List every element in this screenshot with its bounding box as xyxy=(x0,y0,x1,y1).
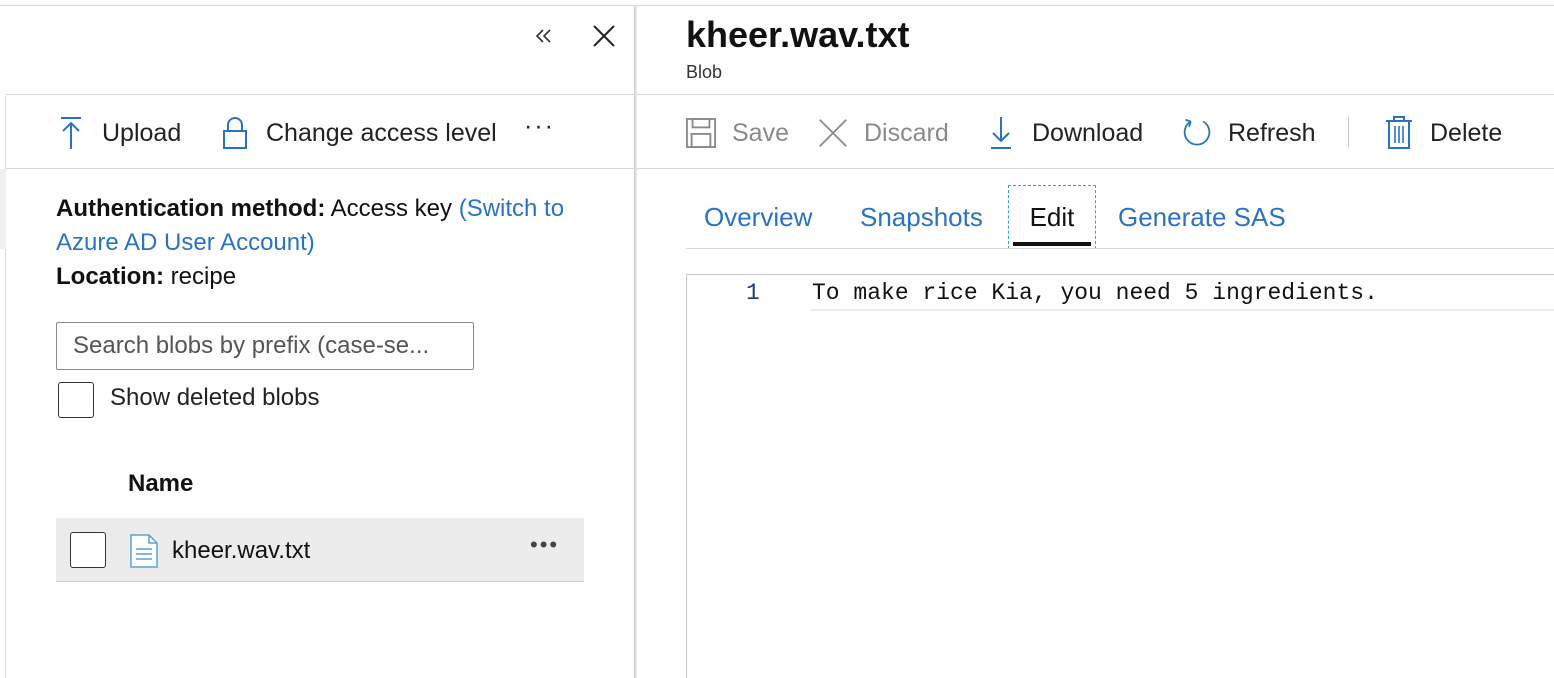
lock-icon xyxy=(220,116,250,150)
auth-method-label: Authentication method: xyxy=(56,195,326,222)
show-deleted-label: Show deleted blobs xyxy=(110,384,320,411)
trash-icon xyxy=(1384,116,1414,150)
download-icon xyxy=(986,116,1016,150)
line-number: 1 xyxy=(746,280,760,306)
column-header-name[interactable]: Name xyxy=(128,470,193,498)
close-button[interactable] xyxy=(588,20,620,52)
discard-label: Discard xyxy=(864,118,949,147)
toolbar-divider xyxy=(6,168,634,169)
change-access-level-button[interactable]: Change access level xyxy=(220,116,497,150)
tab-edit[interactable]: Edit xyxy=(1008,185,1096,249)
header-divider xyxy=(6,94,634,95)
toolbar-separator xyxy=(1348,116,1349,148)
blob-subtitle: Blob xyxy=(686,62,723,82)
right-toolbar-divider xyxy=(637,168,1554,169)
download-label: Download xyxy=(1032,118,1144,147)
close-icon xyxy=(593,25,615,47)
delete-label: Delete xyxy=(1430,118,1503,147)
container-panel: Upload Change access level ··· Authentic… xyxy=(0,0,634,678)
upload-label: Upload xyxy=(102,118,182,147)
save-label: Save xyxy=(732,118,789,147)
refresh-icon xyxy=(1182,116,1212,150)
upload-icon xyxy=(56,116,86,150)
auth-method-value: Access key xyxy=(330,195,453,222)
refresh-button[interactable]: Refresh xyxy=(1182,116,1316,150)
location-value: recipe xyxy=(170,263,237,290)
change-access-level-label: Change access level xyxy=(266,118,497,147)
editor-line-text[interactable]: To make rice Kia, you need 5 ingredients… xyxy=(812,280,1378,306)
download-button[interactable]: Download xyxy=(986,116,1143,150)
blob-title: kheer.wav.txt xyxy=(686,14,910,55)
row-more-button[interactable]: ••• xyxy=(530,532,559,558)
save-icon xyxy=(686,116,716,150)
delete-button[interactable]: Delete xyxy=(1384,116,1502,150)
blob-name[interactable]: kheer.wav.txt xyxy=(172,537,310,565)
tabs-divider xyxy=(686,248,1554,249)
tab-edit-label: Edit xyxy=(1029,201,1075,232)
tab-snapshots[interactable]: Snapshots xyxy=(860,202,983,233)
refresh-label: Refresh xyxy=(1228,118,1316,147)
search-blobs-input[interactable] xyxy=(56,322,474,370)
location-label: Location: xyxy=(56,263,164,290)
location-info: Location: recipe xyxy=(56,260,236,294)
row-checkbox[interactable] xyxy=(70,532,106,568)
tab-generate-sas[interactable]: Generate SAS xyxy=(1118,202,1286,233)
upload-button[interactable]: Upload xyxy=(56,116,181,150)
document-icon xyxy=(128,534,160,573)
discard-icon xyxy=(818,116,848,150)
more-icon: ··· xyxy=(524,112,555,140)
code-editor[interactable] xyxy=(686,274,1554,678)
double-chevron-left-icon xyxy=(535,29,551,43)
more-actions-button[interactable]: ··· xyxy=(524,112,555,141)
right-header-divider xyxy=(637,94,1554,95)
show-deleted-checkbox[interactable] xyxy=(58,382,94,418)
discard-button[interactable]: Discard xyxy=(818,116,949,150)
table-row[interactable]: kheer.wav.txt ••• xyxy=(56,518,584,582)
tab-overview[interactable]: Overview xyxy=(704,202,812,233)
panel-divider[interactable] xyxy=(634,6,637,678)
auth-info: Authentication method: Access key (Switc… xyxy=(56,192,596,260)
save-button[interactable]: Save xyxy=(686,116,789,150)
collapse-panel-button[interactable] xyxy=(528,20,560,52)
active-tab-indicator xyxy=(1013,242,1091,246)
